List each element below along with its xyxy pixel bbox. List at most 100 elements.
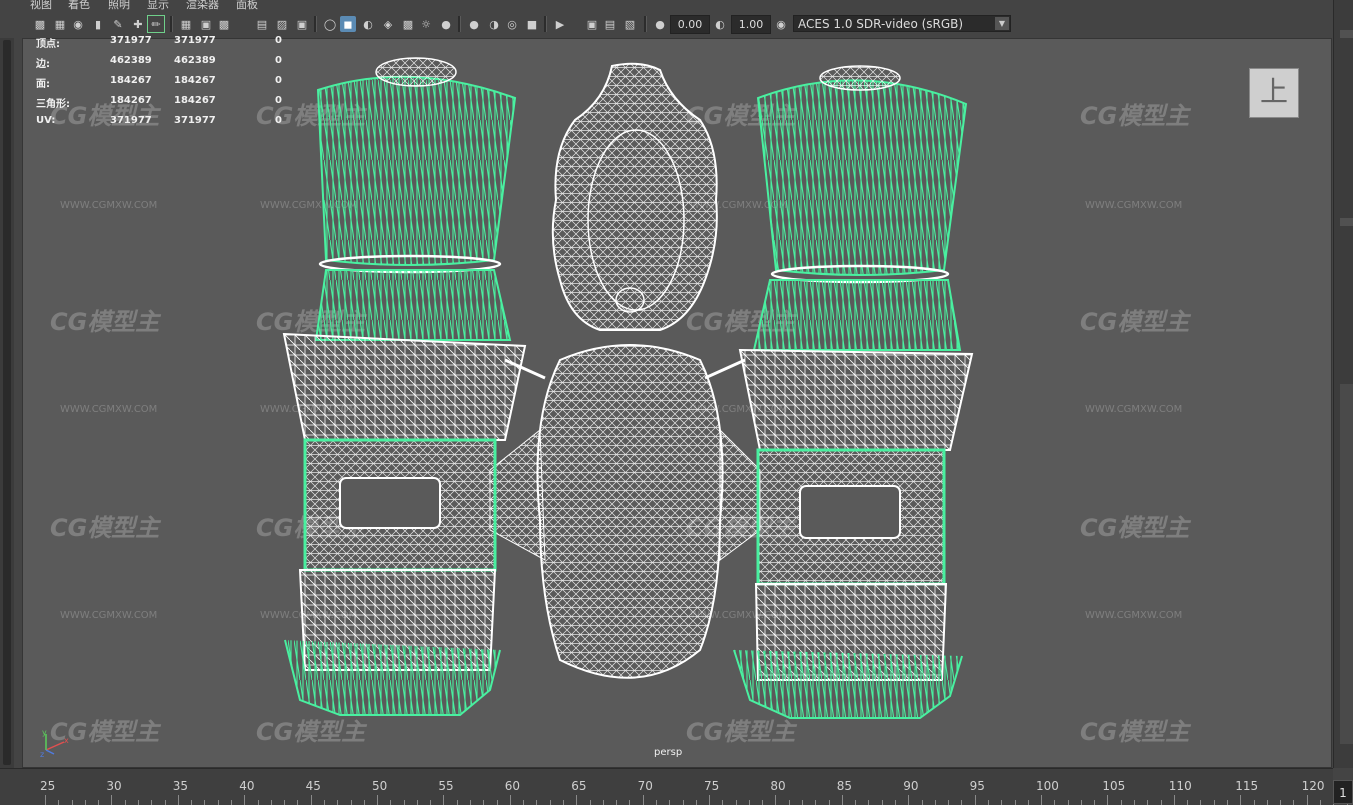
exposure-input[interactable]: 1.00 bbox=[731, 15, 771, 34]
color-space-label: ACES 1.0 SDR-video (sRGB) bbox=[798, 17, 964, 31]
textured-icon[interactable]: ▩ bbox=[400, 16, 416, 32]
hud-row-triangles: 三角形: 184267 184267 0 bbox=[36, 95, 282, 110]
timeline-tick-mark bbox=[84, 800, 86, 805]
timeline-tick-mark bbox=[151, 800, 153, 805]
timeline-tick-mark bbox=[138, 800, 139, 805]
menu-panels[interactable]: 面板 bbox=[236, 0, 258, 10]
xray-active-components-icon[interactable]: ▤ bbox=[602, 16, 618, 32]
timeline-tick-mark bbox=[1293, 800, 1295, 805]
watermark-logo: CG模型主 bbox=[256, 718, 366, 746]
timeline-tick-mark bbox=[961, 800, 963, 805]
watermark-url: WWW.CGMXW.COM bbox=[60, 200, 158, 211]
resolution-gate-icon[interactable]: ▩ bbox=[216, 16, 232, 32]
hud-row-vertices: 顶点: 371977 371977 0 bbox=[36, 35, 282, 50]
grease-pencil-icon[interactable]: ✎ bbox=[110, 16, 126, 32]
use-all-lights-icon[interactable]: ☼ bbox=[418, 16, 434, 32]
viewport-toolbar: ▩ ▦ ◉ ▮ ✎ ✚ ✏ ▦ ▣ ▩ ▤ ▨ ▣ ◯ ◼ ◐ ◈ ▩ ☼ ● … bbox=[0, 10, 1353, 38]
timeline-tick-mark bbox=[895, 800, 896, 805]
timeline-tick-label: 60 bbox=[504, 779, 521, 793]
depth-of-field-icon[interactable]: ■ bbox=[524, 16, 540, 32]
color-management-icon[interactable]: ◉ bbox=[773, 16, 789, 32]
vertical-scrollbar[interactable] bbox=[3, 40, 11, 765]
viewcube[interactable]: 上 bbox=[1249, 68, 1299, 118]
timeline-tick-mark bbox=[934, 800, 936, 805]
timeline-tick-mark bbox=[191, 800, 193, 805]
timeline-tick-mark bbox=[470, 800, 471, 805]
default-material-icon[interactable]: ◐ bbox=[360, 16, 376, 32]
timeline-tick-mark bbox=[921, 800, 923, 805]
timeline-tick-mark bbox=[616, 800, 618, 805]
multisample-aa-icon[interactable]: ◎ bbox=[504, 16, 520, 32]
timeline-tick-mark bbox=[1319, 800, 1321, 805]
gamma-icon: ● bbox=[655, 17, 665, 31]
hud-row-edges: 边: 462389 462389 0 bbox=[36, 55, 282, 70]
timeline-tick-mark bbox=[788, 800, 790, 805]
shadows-icon[interactable]: ● bbox=[438, 16, 454, 32]
xray-icon[interactable]: ▣ bbox=[584, 16, 600, 32]
timeline-tick-mark bbox=[682, 800, 684, 805]
watermark-url: WWW.CGMXW.COM bbox=[260, 404, 358, 415]
select-camera-icon[interactable]: ▩ bbox=[32, 16, 48, 32]
axis-gizmo: y x z bbox=[40, 728, 69, 758]
time-slider[interactable]: 25 30 35 40 45 50 55 60 65 70 75 80 85 90 95 100 105 110 1… bbox=[0, 768, 1348, 805]
watermark-url: WWW.CGMXW.COM bbox=[1085, 200, 1183, 211]
bookmark-camera-icon[interactable]: ◉ bbox=[70, 16, 86, 32]
menu-show[interactable]: 显示 bbox=[147, 0, 169, 10]
motion-blur-icon[interactable]: ◑ bbox=[486, 16, 502, 32]
film-gate-icon[interactable]: ▣ bbox=[198, 16, 214, 32]
menu-bar: 视图 着色 照明 显示 渲染器 面板 bbox=[0, 0, 1353, 10]
pencil-icon[interactable]: ✏ bbox=[147, 15, 165, 33]
timeline-tick-mark bbox=[602, 800, 604, 805]
chevron-down-icon: ▼ bbox=[995, 17, 1009, 30]
safe-action-icon[interactable]: ▣ bbox=[294, 16, 310, 32]
2d-pan-zoom-icon[interactable]: ✚ bbox=[130, 16, 146, 32]
timeline-tick-mark bbox=[390, 800, 392, 805]
timeline-tick-label: 105 bbox=[1102, 779, 1126, 793]
watermark-url: WWW.CGMXW.COM bbox=[690, 404, 788, 415]
gate-mask-icon[interactable]: ▤ bbox=[254, 16, 270, 32]
watermark-logo: CG模型主 bbox=[686, 718, 796, 746]
timeline-tick-mark bbox=[589, 800, 591, 805]
field-chart-icon[interactable]: ▨ bbox=[274, 16, 290, 32]
timeline-tick-mark bbox=[337, 800, 339, 805]
timeline-tick-label: 115 bbox=[1235, 779, 1259, 793]
timeline-tick-mark bbox=[1067, 800, 1069, 805]
menu-renderer[interactable]: 渲染器 bbox=[186, 0, 219, 10]
timeline-tick-mark bbox=[217, 800, 219, 805]
wireframe-icon[interactable]: ◯ bbox=[322, 16, 338, 32]
menu-view[interactable]: 视图 bbox=[30, 0, 52, 10]
timeline-tick-mark bbox=[868, 800, 870, 805]
screen-space-ao-icon[interactable]: ● bbox=[466, 16, 482, 32]
timeline-tick-mark bbox=[416, 800, 418, 805]
timeline-tick-label: 95 bbox=[969, 779, 985, 793]
image-plane-icon[interactable]: ▮ bbox=[90, 16, 106, 32]
timeline-tick-mark bbox=[1094, 800, 1096, 805]
timeline-tick-mark bbox=[284, 800, 286, 805]
timeline-tick-mark bbox=[98, 800, 100, 805]
gamma-input[interactable]: 0.00 bbox=[670, 15, 710, 34]
menu-shading[interactable]: 着色 bbox=[68, 0, 90, 10]
timeline-tick-mark bbox=[549, 800, 551, 805]
wireframe-on-shaded-icon[interactable]: ◈ bbox=[380, 16, 396, 32]
timeline-tick-mark bbox=[350, 800, 352, 805]
xray-joints-icon[interactable]: ▧ bbox=[622, 16, 638, 32]
timeline-tick-mark bbox=[124, 800, 126, 805]
3d-viewport[interactable] bbox=[22, 38, 1332, 768]
menu-lighting[interactable]: 照明 bbox=[108, 0, 130, 10]
timeline-tick-mark bbox=[71, 800, 73, 805]
axis-z-label: z bbox=[40, 750, 44, 758]
camera-attributes-icon[interactable]: ▦ bbox=[52, 16, 68, 32]
smooth-shade-icon[interactable]: ◼ bbox=[340, 16, 356, 32]
timeline-tick-label: 35 bbox=[172, 779, 189, 793]
timeline-tick-mark bbox=[1147, 800, 1149, 805]
timeline-tick-mark bbox=[735, 800, 737, 805]
timeline-tick-mark bbox=[1014, 800, 1016, 805]
color-space-dropdown[interactable]: ACES 1.0 SDR-video (sRGB) ▼ bbox=[793, 15, 1011, 32]
timeline-tick-label: 25 bbox=[40, 779, 56, 793]
hud-row-uvs: UV: 371977 371977 0 bbox=[36, 115, 282, 126]
grid-icon[interactable]: ▦ bbox=[178, 16, 194, 32]
watermark-url: WWW.CGMXW.COM bbox=[690, 200, 788, 211]
isolate-select-icon[interactable]: ▶ bbox=[552, 16, 568, 32]
timeline-tick-mark bbox=[297, 800, 299, 805]
current-frame-field[interactable]: 1 bbox=[1333, 780, 1353, 804]
